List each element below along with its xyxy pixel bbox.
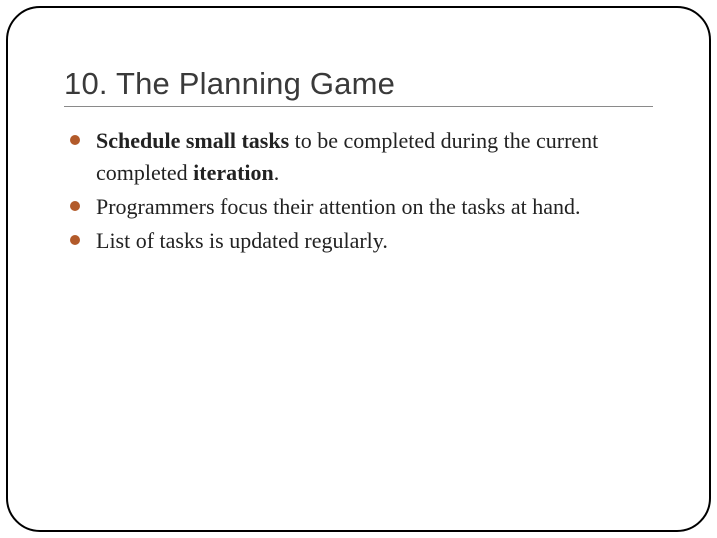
title-underline xyxy=(64,106,653,107)
text-segment: . xyxy=(274,160,280,185)
slide-frame: 10. The Planning Game Schedule small tas… xyxy=(6,6,711,532)
text-segment: iteration xyxy=(193,160,274,185)
text-segment: Programmers focus their attention on the… xyxy=(96,194,581,219)
text-segment: List of tasks is updated regularly. xyxy=(96,228,388,253)
text-segment: Schedule small tasks xyxy=(96,128,289,153)
list-item: Programmers focus their attention on the… xyxy=(70,191,653,223)
bullet-icon xyxy=(70,235,80,245)
bullet-icon xyxy=(70,135,80,145)
list-item: Schedule small tasks to be completed dur… xyxy=(70,125,653,189)
bullet-list: Schedule small tasks to be completed dur… xyxy=(64,125,653,257)
slide-title: 10. The Planning Game xyxy=(64,66,653,102)
list-item: List of tasks is updated regularly. xyxy=(70,225,653,257)
bullet-icon xyxy=(70,201,80,211)
